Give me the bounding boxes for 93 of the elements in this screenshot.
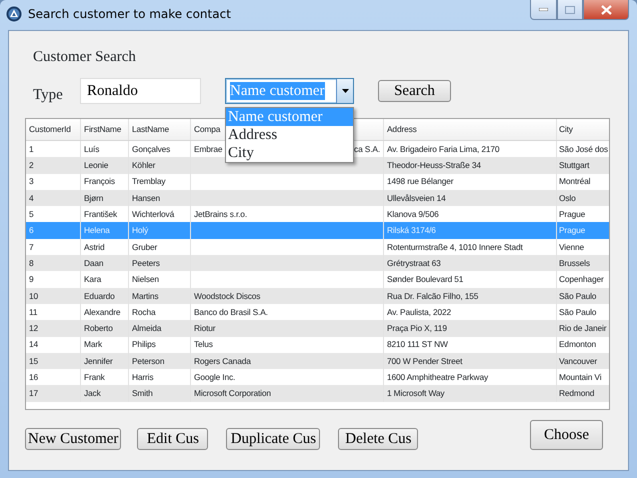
table-cell: Rua Dr. Falcão Filho, 155 (387, 290, 478, 302)
table-cell: Theodor-Heuss-Straße 34 (387, 159, 481, 172)
table-cell: 14 (29, 338, 38, 352)
table-cell: 4 (29, 192, 34, 204)
table-cell: Martins (132, 290, 158, 302)
table-cell: Köhler (132, 159, 156, 172)
table-cell: Wichterlová (132, 208, 174, 221)
table-cell: Embrae (194, 142, 222, 156)
table-cell: Jack (84, 387, 101, 400)
table-cell: Copenhager (559, 273, 604, 286)
table-cell: Daan (84, 256, 104, 270)
table-cell: 8 (29, 256, 34, 270)
table-cell: JetBrains s.r.o. (194, 208, 247, 221)
table-cell: 15 (29, 354, 38, 368)
table-cell: Helena (84, 224, 110, 237)
table-cell: Av. Brigadeiro Faria Lima, 2170 (387, 142, 500, 156)
table-cell: Philips (132, 338, 156, 352)
table-cell: 17 (29, 387, 38, 400)
table-cell: Vancouver (559, 354, 598, 368)
table-cell-text: ca S.A. (354, 142, 381, 156)
table-cell: Luís (84, 142, 100, 156)
table-cell: Prague (559, 208, 586, 221)
table-cell: Google Inc. (194, 371, 236, 384)
table-cell: São José dos (559, 142, 608, 156)
table-cell: Redmond (559, 387, 594, 400)
table-cell: Microsoft Corporation (194, 387, 271, 400)
table-cell: Edmonton (559, 338, 596, 352)
table-cell: Eduardo (84, 290, 115, 302)
table-cell: Peeters (132, 256, 160, 270)
table-cell: François (84, 175, 115, 188)
table-cell: 12 (29, 322, 38, 335)
table-cell: Klanova 9/506 (387, 208, 439, 221)
table-cell: Brussels (559, 256, 590, 270)
table-cell: Banco do Brasil S.A. (194, 306, 268, 318)
table-cell: Riotur (194, 322, 216, 335)
table-cell: Holý (132, 224, 148, 237)
table-cell: 3 (29, 175, 34, 188)
table-cell: Frank (84, 371, 105, 384)
table-cell: Harris (132, 371, 154, 384)
table-cell: Roberto (84, 322, 113, 335)
table-cell: 8210 111 ST NW (387, 338, 448, 352)
table-cell: Mountain Vi (559, 371, 602, 384)
table-cell: Woodstock Discos (194, 290, 260, 302)
table-cell: 11 (29, 306, 38, 318)
table-cell: Astrid (84, 240, 105, 254)
table-cell: Stuttgart (559, 159, 590, 172)
table-cell: Smith (132, 387, 153, 400)
window-title: Search customer to make contact (28, 6, 231, 22)
table-cell: Gruber (132, 240, 158, 254)
table-cell: František (84, 208, 118, 221)
table-cell: Almeida (132, 322, 162, 335)
table-cell: 700 W Pender Street (387, 354, 462, 368)
table-cell: Rio de Janeir (559, 322, 606, 335)
table-cell: Praça Pio X, 119 (387, 322, 447, 335)
section-heading: Customer Search (33, 48, 137, 66)
table-cell: 16 (29, 371, 38, 384)
type-label: Type (33, 86, 64, 104)
table-cell: 2 (29, 159, 34, 172)
table-cell: São Paulo (559, 306, 596, 318)
table-cell: Montréal (559, 175, 590, 188)
table-cell: Oslo (559, 192, 576, 204)
table-cell: Mark (84, 338, 102, 352)
table-cell: 9 (29, 273, 34, 286)
table-cell: Rogers Canada (194, 354, 251, 368)
table-cell: Rotenturmstraße 4, 1010 Innere Stadt (387, 240, 523, 254)
table-cell: Jennifer (84, 354, 113, 368)
table-cell: 1498 rue Bélanger (387, 175, 454, 188)
table-cell: Telus (194, 338, 213, 352)
table-cell: Kara (84, 273, 102, 286)
table-cell: Hansen (132, 192, 160, 204)
table-cell: Alexandre (84, 306, 120, 318)
table-cell: Grétrystraat 63 (387, 256, 441, 270)
table-cell: 7 (29, 240, 34, 254)
table-cell: 5 (29, 208, 34, 221)
table-cell: Nielsen (132, 273, 159, 286)
table-cell: Vienne (559, 240, 584, 254)
table-cell: Tremblay (132, 175, 166, 188)
table-cell: Sønder Boulevard 51 (387, 273, 464, 286)
table-cell: São Paulo (559, 290, 596, 302)
table-cell: Leonie (84, 159, 108, 172)
table-cell: Bjørn (84, 192, 104, 204)
table-cell: Gonçalves (132, 142, 170, 156)
table-cell: Ullevålsveien 14 (387, 192, 446, 204)
table-cell: Prague (559, 224, 586, 237)
table-cell: Av. Paulista, 2022 (387, 306, 452, 318)
table-cell: Peterson (132, 354, 164, 368)
table-cell: 1600 Amphitheatre Parkway (387, 371, 488, 384)
table-cell: Rocha (132, 306, 156, 318)
table-cell: 10 (29, 290, 38, 302)
table-cell: 1 Microsoft Way (387, 387, 444, 400)
table-cell: 6 (29, 224, 34, 237)
table-cell: Rilská 3174/6 (387, 224, 436, 237)
table-cell: 1 (29, 142, 34, 156)
